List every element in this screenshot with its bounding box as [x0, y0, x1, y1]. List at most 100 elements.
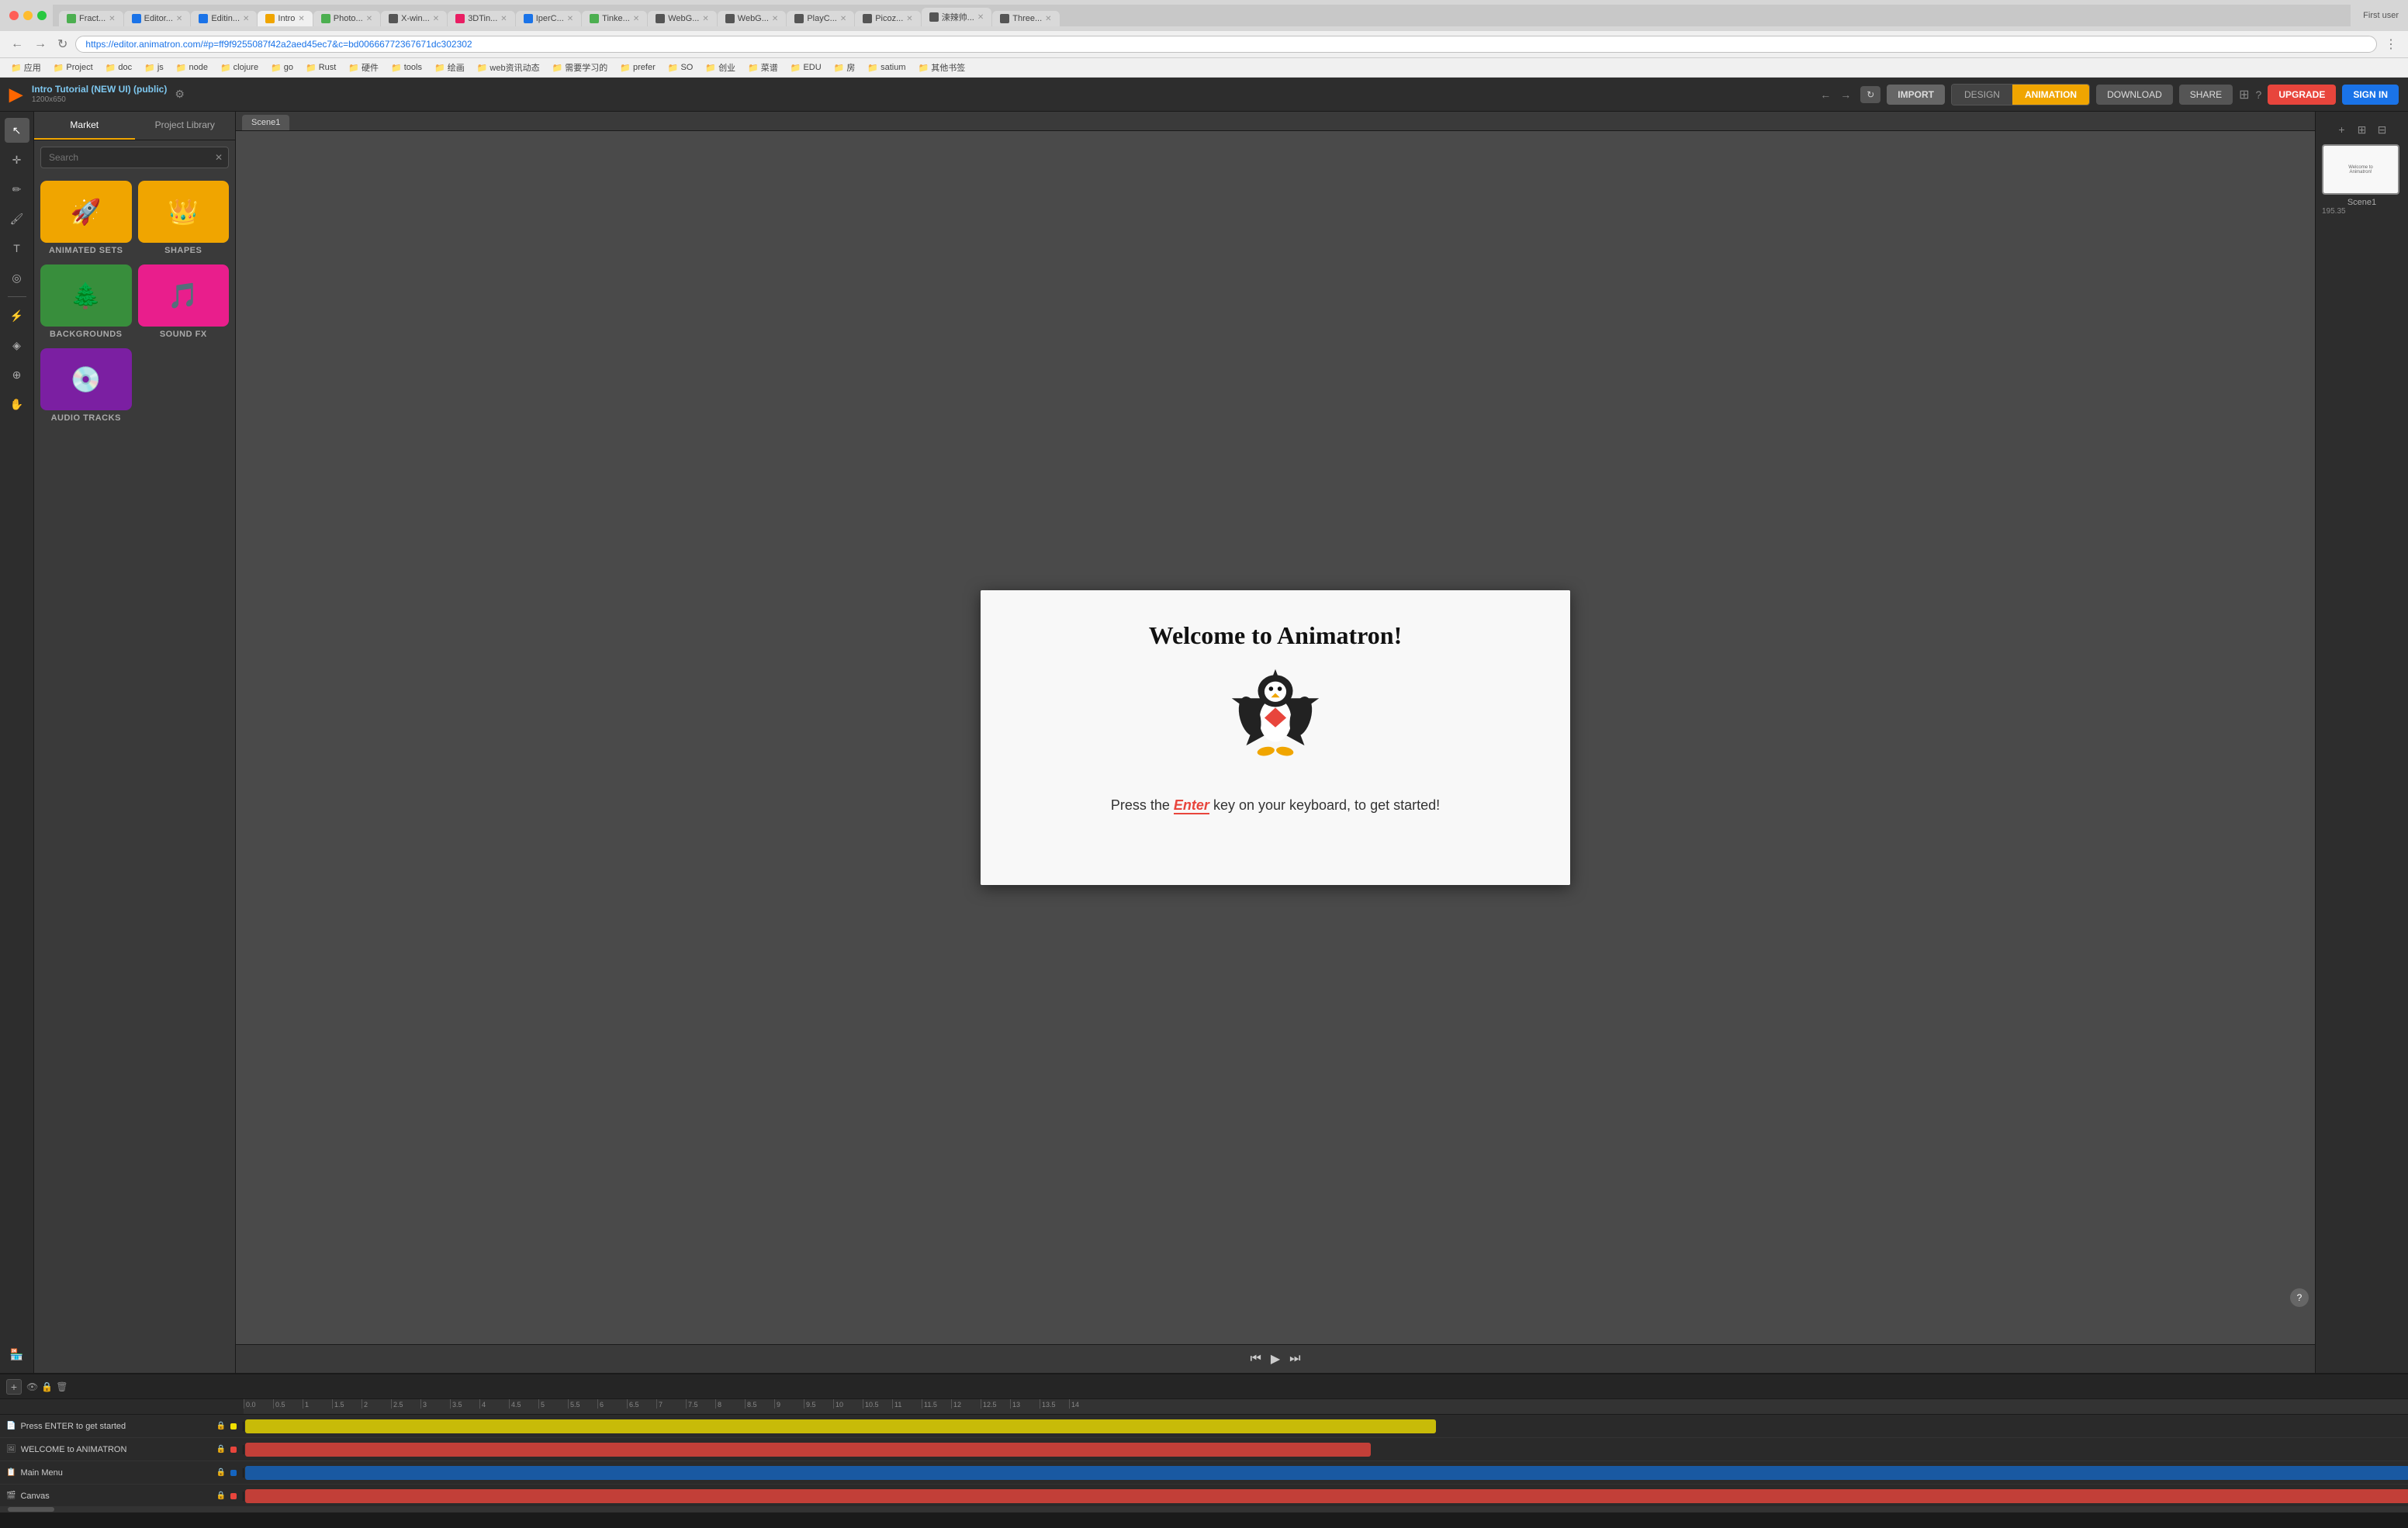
bookmark-clojure[interactable]: 📁clojure: [217, 62, 261, 74]
track-bar-1[interactable]: [245, 1443, 1371, 1457]
browser-tab-9[interactable]: WebG...✕: [648, 11, 717, 26]
tab-close-0[interactable]: ✕: [109, 15, 115, 23]
design-mode-button[interactable]: DESIGN: [1952, 85, 2012, 105]
tab-close-5[interactable]: ✕: [433, 15, 439, 23]
browser-tab-5[interactable]: X-win...✕: [381, 11, 447, 26]
track-timeline-3[interactable]: [244, 1485, 2408, 1506]
browser-tab-7[interactable]: IperC...✕: [516, 11, 581, 26]
upgrade-button[interactable]: UPGRADE: [2268, 85, 2336, 105]
track-timeline-0[interactable]: [244, 1415, 2408, 1437]
browser-tab-3[interactable]: Intro✕: [258, 11, 312, 26]
reload-button[interactable]: ↻: [54, 35, 71, 54]
tab-close-2[interactable]: ✕: [243, 15, 249, 23]
address-bar[interactable]: https://editor.animatron.com/#p=ff9f9255…: [75, 36, 2377, 53]
copy-scene-icon[interactable]: ⊞: [2354, 121, 2371, 138]
back-button[interactable]: ←: [8, 36, 26, 53]
text-tool[interactable]: T: [5, 236, 29, 261]
bookmark-硬件[interactable]: 📁硬件: [345, 60, 382, 74]
tab-close-12[interactable]: ✕: [906, 15, 912, 23]
track-lock-2[interactable]: 🔒: [216, 1468, 226, 1477]
project-library-tab[interactable]: Project Library: [135, 112, 236, 140]
browser-tab-11[interactable]: PlayC...✕: [787, 11, 854, 26]
tab-close-7[interactable]: ✕: [567, 15, 573, 23]
go-to-start-button[interactable]: ⏮: [1250, 1352, 1261, 1366]
browser-tab-0[interactable]: Fract...✕: [59, 11, 123, 26]
share-button[interactable]: SHARE: [2179, 85, 2233, 105]
timeline-scrollbar[interactable]: [0, 1506, 2408, 1512]
browser-tab-8[interactable]: Tinke...✕: [582, 11, 647, 26]
library-item-1[interactable]: 👑SHAPES: [138, 181, 230, 258]
search-input[interactable]: [40, 147, 229, 168]
timeline-eye-icon[interactable]: 👁: [26, 1381, 38, 1392]
tab-close-14[interactable]: ✕: [1045, 15, 1051, 23]
tab-close-3[interactable]: ✕: [298, 15, 304, 23]
bookmark-应用[interactable]: 📁应用: [8, 60, 44, 74]
timeline-add-button[interactable]: +: [6, 1379, 22, 1395]
track-bar-2[interactable]: [245, 1466, 2408, 1480]
browser-tab-6[interactable]: 3DTin...✕: [448, 11, 515, 26]
bookmark-菜谱[interactable]: 📁菜谱: [745, 60, 781, 74]
bookmark-doc[interactable]: 📁doc: [102, 62, 135, 74]
undo-button[interactable]: ←: [1817, 87, 1834, 102]
browser-tab-2[interactable]: Editin...✕: [191, 11, 257, 26]
track-bar-3[interactable]: [245, 1489, 2408, 1503]
shape-tool[interactable]: ◎: [5, 265, 29, 290]
scene1-thumbnail[interactable]: Welcome toAnimatron!: [2322, 144, 2399, 195]
bookmark-其他书签[interactable]: 📁其他书签: [915, 60, 969, 74]
tab-close-10[interactable]: ✕: [772, 15, 778, 23]
bookmark-tools[interactable]: 📁tools: [388, 62, 425, 74]
track-timeline-1[interactable]: [244, 1438, 2408, 1461]
hand-tool[interactable]: ✋: [5, 392, 29, 417]
library-item-4[interactable]: 💿AUDIO TRACKS: [40, 348, 132, 426]
download-button[interactable]: DOWNLOAD: [2096, 85, 2173, 105]
market-tab[interactable]: Market: [34, 112, 135, 140]
close-button[interactable]: [9, 11, 19, 20]
timeline-delete-icon[interactable]: 🗑: [56, 1381, 67, 1392]
track-lock-3[interactable]: 🔒: [216, 1492, 226, 1500]
tab-close-9[interactable]: ✕: [702, 15, 708, 23]
library-item-0[interactable]: 🚀ANIMATED SETS: [40, 181, 132, 258]
timeline-lock-icon[interactable]: 🔒: [41, 1381, 53, 1392]
browser-tab-12[interactable]: Picoz...✕: [855, 11, 920, 26]
help-icon[interactable]: ?: [2256, 88, 2262, 101]
animation-mode-button[interactable]: ANIMATION: [2012, 85, 2089, 105]
refresh-button[interactable]: ↻: [1860, 86, 1880, 103]
layout-icon[interactable]: ⊞: [2239, 87, 2249, 102]
bookmark-EDU[interactable]: 📁EDU: [787, 62, 825, 74]
tab-close-8[interactable]: ✕: [633, 15, 639, 23]
bookmark-Rust[interactable]: 📁Rust: [303, 62, 339, 74]
scrollbar-thumb[interactable]: [8, 1507, 54, 1512]
go-to-end-button[interactable]: ⏭: [1289, 1352, 1300, 1366]
tab-close-6[interactable]: ✕: [500, 15, 507, 23]
library-item-2[interactable]: 🌲BACKGROUNDS: [40, 264, 132, 342]
bookmark-需要学习的[interactable]: 📁需要学习的: [549, 60, 611, 74]
tab-close-13[interactable]: ✕: [977, 13, 984, 22]
library-item-3[interactable]: 🎵SOUND FX: [138, 264, 230, 342]
bookmark-prefer[interactable]: 📁prefer: [617, 62, 658, 74]
bookmark-SO[interactable]: 📁SO: [665, 62, 697, 74]
scene1-tab[interactable]: Scene1: [242, 115, 289, 130]
bookmark-房[interactable]: 📁房: [831, 60, 859, 74]
bookmark-satium[interactable]: 📁satium: [864, 62, 908, 74]
help-button[interactable]: ?: [2290, 1288, 2309, 1307]
browser-tab-10[interactable]: WebG...✕: [718, 11, 787, 26]
bookmark-go[interactable]: 📁go: [268, 62, 296, 74]
paint-tool[interactable]: 🖌: [5, 206, 29, 231]
select-tool[interactable]: ↖: [5, 118, 29, 143]
move-tool[interactable]: ✛: [5, 147, 29, 172]
browser-tab-14[interactable]: Three...✕: [992, 11, 1059, 26]
bookmark-绘画[interactable]: 📁绘画: [431, 60, 468, 74]
track-lock-1[interactable]: 🔒: [216, 1445, 226, 1454]
redo-button[interactable]: →: [1837, 87, 1854, 102]
import-button[interactable]: IMPORT: [1887, 85, 1945, 105]
settings-icon[interactable]: ⚙: [175, 88, 185, 101]
layout2-icon[interactable]: ⊟: [2374, 121, 2391, 138]
bookmark-web资讯动态[interactable]: 📁web资讯动态: [474, 60, 543, 74]
browser-tab-1[interactable]: Editor...✕: [124, 11, 191, 26]
bookmark-创业[interactable]: 📁创业: [702, 60, 739, 74]
minimize-button[interactable]: [23, 11, 33, 20]
signin-button[interactable]: SIGN IN: [2342, 85, 2399, 105]
extensions-button[interactable]: ⋮: [2382, 35, 2400, 54]
search-clear-icon[interactable]: ✕: [215, 152, 223, 163]
tab-close-1[interactable]: ✕: [176, 15, 182, 23]
